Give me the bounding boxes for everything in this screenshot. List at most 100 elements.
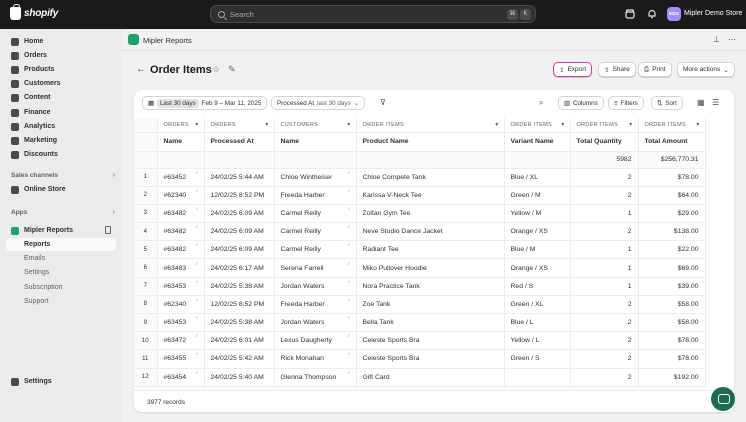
processed-at-filter[interactable]: Processed At last 30 days ⌄ [271, 96, 365, 110]
processed-at-cell[interactable]: 24/02/25 6:17 AM [204, 258, 275, 278]
table-row[interactable]: 10 #63472 ⁱ 24/02/25 6:01 AM Lexus Daugherty… [134, 331, 706, 351]
customer-name-cell[interactable]: Lexus Daugherty ⁱ [274, 331, 357, 351]
quantity-cell[interactable]: 2 [570, 368, 639, 387]
layout-icon[interactable]: ☰ [712, 98, 719, 107]
product-name-cell[interactable]: Zoltan Gym Tee [356, 204, 505, 224]
processed-at-cell[interactable]: 24/02/25 6:09 AM [204, 222, 275, 242]
processed-at-cell[interactable]: 24/02/25 5:44 AM [204, 168, 275, 187]
order-name-cell[interactable]: #63455 ⁱ [157, 349, 205, 369]
customer-name-cell[interactable]: Chloe Wintheiser ⁱ [274, 168, 357, 187]
processed-at-cell[interactable]: 24/02/25 6:09 AM [204, 204, 275, 224]
table-row[interactable]: 9 #63453 ⁱ 24/02/25 5:38 AM Jordan Waters ⁱ Be… [134, 313, 706, 333]
apps-heading[interactable]: Apps › [11, 209, 115, 216]
order-name-cell[interactable]: #63482 ⁱ [157, 204, 205, 224]
order-name-cell[interactable]: #63472 ⁱ [157, 331, 205, 351]
variant-name-cell[interactable]: Blue / L [504, 313, 571, 333]
export-button[interactable]: ⇪ Export [553, 62, 593, 77]
store-name[interactable]: Mipler Demo Store [684, 10, 742, 17]
product-name-cell[interactable]: Neve Studio Dance Jacket [356, 222, 505, 242]
order-name-cell[interactable]: #63452 ⁱ [157, 168, 205, 187]
table-row[interactable]: 2 #62340 ⁱ 12/02/25 8:52 PM Freeda Harber ⁱ Ka… [134, 186, 706, 205]
processed-at-cell[interactable]: 24/02/25 6:01 AM [204, 331, 275, 351]
column-header-total-amount[interactable]: Total Amount [638, 132, 706, 152]
product-name-cell[interactable]: Nora Practice Tank [356, 277, 505, 296]
table-row[interactable]: 11 #63455 ⁱ 24/02/25 5:42 AM Rick Monahan ⁱ Ce… [134, 349, 706, 369]
sidebar-item-online-store[interactable]: Online Store [6, 183, 116, 196]
quantity-cell[interactable]: 2 [570, 313, 639, 333]
table-row[interactable]: 12 #63454 ⁱ 24/02/25 5:40 AM Glenna Thompson… [134, 368, 706, 387]
info-icon[interactable]: ⁱ [348, 207, 349, 214]
info-icon[interactable]: ⁱ [196, 171, 197, 178]
variant-name-cell[interactable] [504, 368, 571, 387]
customer-name-cell[interactable]: Jordan Waters ⁱ [274, 313, 357, 333]
amount-cell[interactable]: $22.00 [638, 240, 706, 260]
store-icon[interactable] [625, 9, 635, 19]
store-avatar[interactable]: MDS [667, 7, 681, 21]
processed-at-cell[interactable]: 24/02/25 5:38 AM [204, 313, 275, 333]
column-header-processed-at[interactable]: Processed At [204, 132, 275, 152]
group-header[interactable]: ORDER ITEMS ▾ [504, 118, 571, 133]
shopify-logo[interactable]: shopify [10, 4, 58, 20]
processed-at-cell[interactable]: 24/02/25 5:42 AM [204, 349, 275, 369]
quantity-cell[interactable]: 1 [570, 204, 639, 224]
quantity-cell[interactable]: 2 [570, 331, 639, 351]
info-icon[interactable]: ⁱ [196, 352, 197, 359]
group-header[interactable]: ORDER ITEMS ▾ [356, 118, 505, 133]
info-icon[interactable]: ⁱ [196, 189, 197, 196]
amount-cell[interactable]: $29.00 [638, 204, 706, 224]
group-header[interactable]: ORDERS ▾ [204, 118, 275, 133]
amount-cell[interactable]: $78.00 [638, 349, 706, 369]
order-name-cell[interactable]: #63482 ⁱ [157, 240, 205, 260]
info-icon[interactable]: ⁱ [196, 225, 197, 232]
sidebar-item-analytics[interactable]: Analytics [6, 120, 116, 133]
search-icon[interactable]: ⌕ [539, 98, 543, 108]
pencil-icon[interactable]: ✎ [228, 64, 236, 75]
variant-name-cell[interactable]: Green / S [504, 349, 571, 369]
customer-name-cell[interactable]: Carmel Reilly ⁱ [274, 204, 357, 224]
table-row[interactable]: 1 #63452 ⁱ 24/02/25 5:44 AM Chloe Wintheiser… [134, 168, 706, 187]
customer-name-cell[interactable]: Carmel Reilly ⁱ [274, 222, 357, 242]
customer-name-cell[interactable]: Glenna Thompson ⁱ [274, 368, 357, 387]
column-header-variant-name[interactable]: Variant Name [504, 132, 571, 152]
product-name-cell[interactable]: Radiant Tee [356, 240, 505, 260]
column-header-product-name[interactable]: Product Name [356, 132, 505, 152]
variant-name-cell[interactable]: Yellow / M [504, 204, 571, 224]
info-icon[interactable]: ⁱ [196, 316, 197, 323]
amount-cell[interactable]: $64.00 [638, 186, 706, 205]
product-name-cell[interactable]: Zoe Tank [356, 295, 505, 315]
processed-at-cell[interactable]: 24/02/25 5:38 AM [204, 277, 275, 296]
amount-cell[interactable]: $78.00 [638, 168, 706, 187]
star-icon[interactable]: ☆ [212, 64, 220, 75]
sidebar-item-orders[interactable]: Orders [6, 49, 116, 62]
amount-cell[interactable]: $138.00 [638, 222, 706, 242]
info-icon[interactable]: ⁱ [348, 316, 349, 323]
customer-name-cell[interactable]: Rick Monahan ⁱ [274, 349, 357, 369]
order-name-cell[interactable]: #63482 ⁱ [157, 222, 205, 242]
product-name-cell[interactable]: Celeste Sports Bra [356, 331, 505, 351]
variant-name-cell[interactable]: Blue / M [504, 240, 571, 260]
quantity-cell[interactable]: 2 [570, 222, 639, 242]
info-icon[interactable]: ⁱ [196, 298, 197, 305]
share-button[interactable]: ⇧ Share [598, 62, 636, 77]
sidebar-item-customers[interactable]: Customers [6, 77, 116, 90]
order-name-cell[interactable]: #62340 ⁱ [157, 186, 205, 205]
amount-cell[interactable]: $192.00 [638, 368, 706, 387]
customer-name-cell[interactable]: Jordan Waters ⁱ [274, 277, 357, 296]
column-header-order-name[interactable]: Name [157, 132, 205, 152]
table-row[interactable]: 3 #63482 ⁱ 24/02/25 6:09 AM Carmel Reilly ⁱ Zo… [134, 204, 706, 224]
sidebar-subitem-emails[interactable]: Emails [6, 252, 116, 265]
variant-name-cell[interactable]: Red / S [504, 277, 571, 296]
print-button[interactable]: ⎙ Print [638, 62, 672, 77]
processed-at-cell[interactable]: 12/02/25 8:52 PM [204, 186, 275, 205]
amount-cell[interactable]: $78.00 [638, 331, 706, 351]
info-icon[interactable]: ⁱ [196, 371, 197, 378]
processed-at-cell[interactable]: 24/02/25 6:09 AM [204, 240, 275, 260]
info-icon[interactable]: ⁱ [196, 280, 197, 287]
processed-at-cell[interactable]: 12/02/25 8:52 PM [204, 295, 275, 315]
pin-icon[interactable] [105, 226, 111, 234]
bell-icon[interactable] [647, 9, 657, 19]
variant-name-cell[interactable]: Green / M [504, 186, 571, 205]
quantity-cell[interactable]: 2 [570, 295, 639, 315]
quantity-cell[interactable]: 2 [570, 168, 639, 187]
order-name-cell[interactable]: #63453 ⁱ [157, 313, 205, 333]
